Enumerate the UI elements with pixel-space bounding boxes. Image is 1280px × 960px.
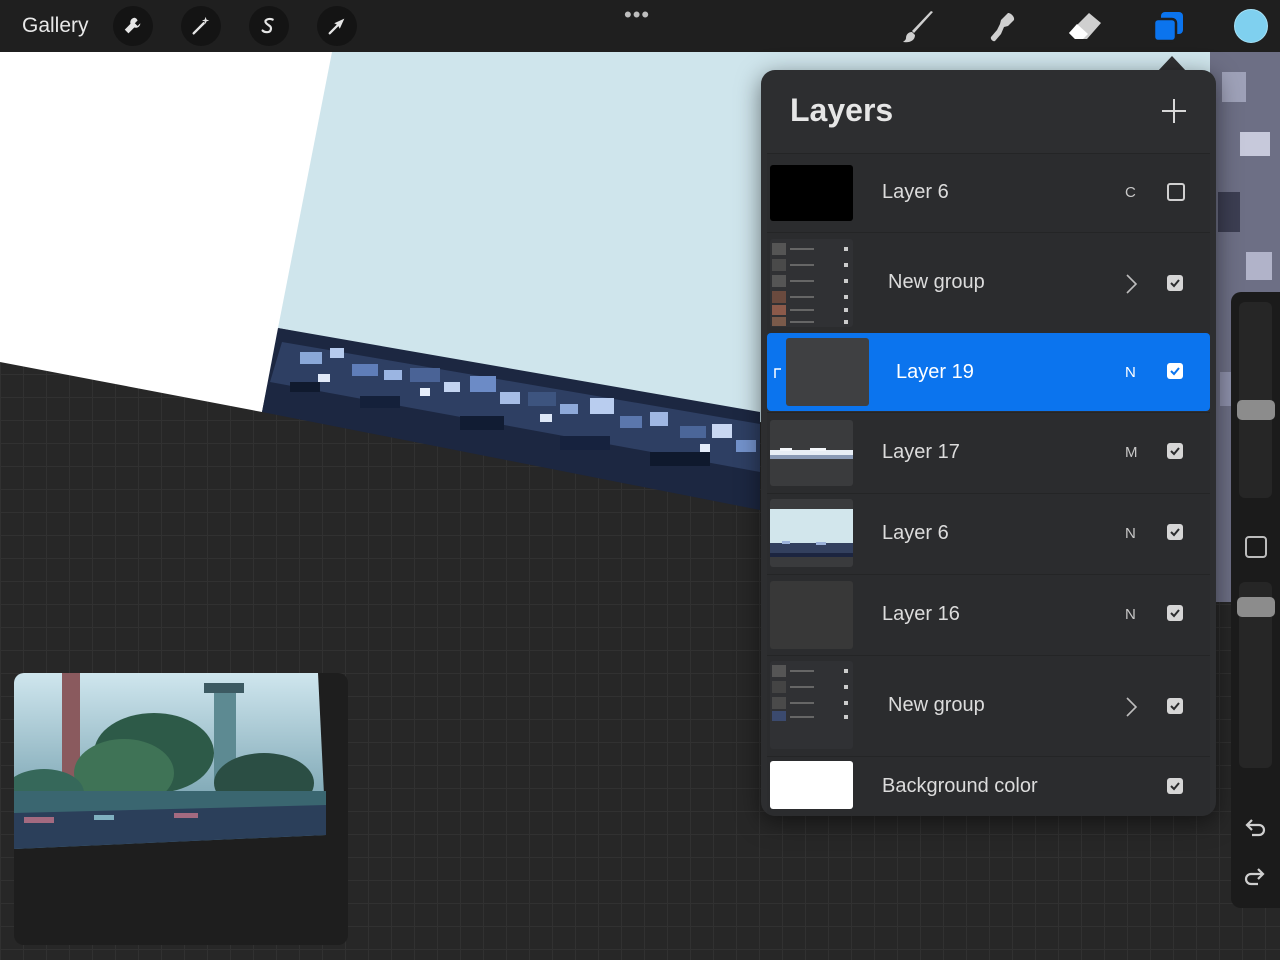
group-name: New group bbox=[888, 694, 985, 716]
group-thumbnail bbox=[770, 661, 853, 749]
group-thumbnail bbox=[770, 239, 853, 327]
blend-mode-button[interactable]: C bbox=[1125, 184, 1136, 201]
reference-image bbox=[14, 673, 326, 849]
visibility-checkbox[interactable] bbox=[1167, 605, 1183, 621]
smudge-icon bbox=[990, 13, 1015, 42]
layer-row[interactable]: Layer 6 C bbox=[767, 153, 1210, 233]
opacity-handle[interactable] bbox=[1237, 597, 1275, 617]
adjustments-button[interactable] bbox=[181, 6, 221, 46]
visibility-checkbox[interactable] bbox=[1167, 443, 1183, 459]
gallery-button[interactable]: Gallery bbox=[22, 14, 89, 38]
checkmark-icon bbox=[1170, 447, 1180, 456]
blend-mode-button[interactable]: M bbox=[1125, 444, 1138, 461]
magic-wand-icon bbox=[192, 16, 210, 35]
wrench-icon bbox=[124, 17, 141, 34]
layer-name: Layer 6 bbox=[882, 522, 949, 544]
layer-row[interactable]: New group bbox=[767, 655, 1210, 756]
eraser-tool-button[interactable] bbox=[1066, 8, 1104, 46]
eraser-icon bbox=[1069, 13, 1101, 39]
layer-name: Background color bbox=[882, 775, 1038, 797]
plus-icon[interactable] bbox=[1159, 96, 1189, 126]
visibility-checkbox[interactable] bbox=[1167, 778, 1183, 794]
visibility-checkbox[interactable] bbox=[1167, 524, 1183, 540]
layer-thumbnail bbox=[770, 165, 853, 221]
brush-size-handle[interactable] bbox=[1237, 400, 1275, 420]
layer-name: Layer 6 bbox=[882, 181, 949, 203]
blend-mode-button[interactable]: N bbox=[1125, 606, 1136, 623]
layers-tool-button[interactable] bbox=[1149, 8, 1187, 46]
layer-row-selected[interactable]: Layer 19 N bbox=[767, 333, 1210, 411]
visibility-checkbox[interactable] bbox=[1167, 183, 1185, 201]
smudge-tool-button[interactable] bbox=[983, 8, 1021, 46]
checkmark-icon bbox=[1170, 702, 1180, 711]
layers-panel-title: Layers bbox=[790, 92, 894, 128]
layer-thumbnail bbox=[770, 581, 853, 649]
brush-tool-button[interactable] bbox=[900, 8, 938, 46]
checkmark-icon bbox=[1170, 528, 1180, 537]
layer-name: Layer 17 bbox=[882, 441, 960, 463]
blend-mode-button[interactable]: N bbox=[1125, 525, 1136, 542]
visibility-checkbox[interactable] bbox=[1167, 363, 1183, 379]
layers-panel: Layers Layer 6 C New group Layer 19 N La… bbox=[761, 70, 1216, 816]
checkmark-icon bbox=[1170, 279, 1180, 288]
checkmark-icon bbox=[1170, 367, 1180, 376]
checkmark-icon bbox=[1170, 609, 1180, 618]
brush-icon bbox=[903, 11, 933, 43]
visibility-checkbox[interactable] bbox=[1167, 698, 1183, 714]
layer-thumbnail bbox=[786, 338, 869, 406]
transform-button[interactable] bbox=[317, 6, 357, 46]
background-color-row[interactable]: Background color bbox=[767, 756, 1210, 816]
transform-arrow-icon bbox=[328, 18, 345, 35]
undo-icon[interactable] bbox=[1242, 815, 1268, 841]
reference-window[interactable] bbox=[14, 673, 348, 945]
modify-button[interactable] bbox=[1245, 536, 1267, 558]
clipping-mask-icon bbox=[774, 368, 781, 378]
blend-mode-button[interactable]: N bbox=[1125, 364, 1136, 381]
layer-name: Layer 16 bbox=[882, 603, 960, 625]
more-options-button[interactable]: ••• bbox=[624, 2, 650, 28]
layer-row[interactable]: Layer 17 M bbox=[767, 412, 1210, 493]
layer-row[interactable]: New group bbox=[767, 232, 1210, 333]
chevron-right-icon[interactable] bbox=[1124, 696, 1138, 718]
layer-thumbnail bbox=[770, 499, 853, 567]
redo-icon[interactable] bbox=[1242, 864, 1268, 890]
chevron-right-icon[interactable] bbox=[1124, 273, 1138, 295]
visibility-checkbox[interactable] bbox=[1167, 275, 1183, 291]
selection-button[interactable] bbox=[249, 6, 289, 46]
color-picker-button[interactable] bbox=[1234, 9, 1268, 43]
layer-thumbnail bbox=[770, 420, 853, 486]
checkmark-icon bbox=[1170, 782, 1180, 791]
layer-row[interactable]: Layer 6 N bbox=[767, 493, 1210, 574]
selection-icon bbox=[261, 17, 274, 34]
background-color-swatch[interactable] bbox=[770, 761, 853, 809]
group-name: New group bbox=[888, 271, 985, 293]
actions-button[interactable] bbox=[113, 6, 153, 46]
layers-icon bbox=[1152, 12, 1183, 43]
top-toolbar: Gallery ••• bbox=[0, 0, 1280, 52]
side-toolbar bbox=[1231, 292, 1280, 908]
layer-row[interactable]: Layer 16 N bbox=[767, 574, 1210, 655]
layer-name: Layer 19 bbox=[896, 361, 974, 383]
